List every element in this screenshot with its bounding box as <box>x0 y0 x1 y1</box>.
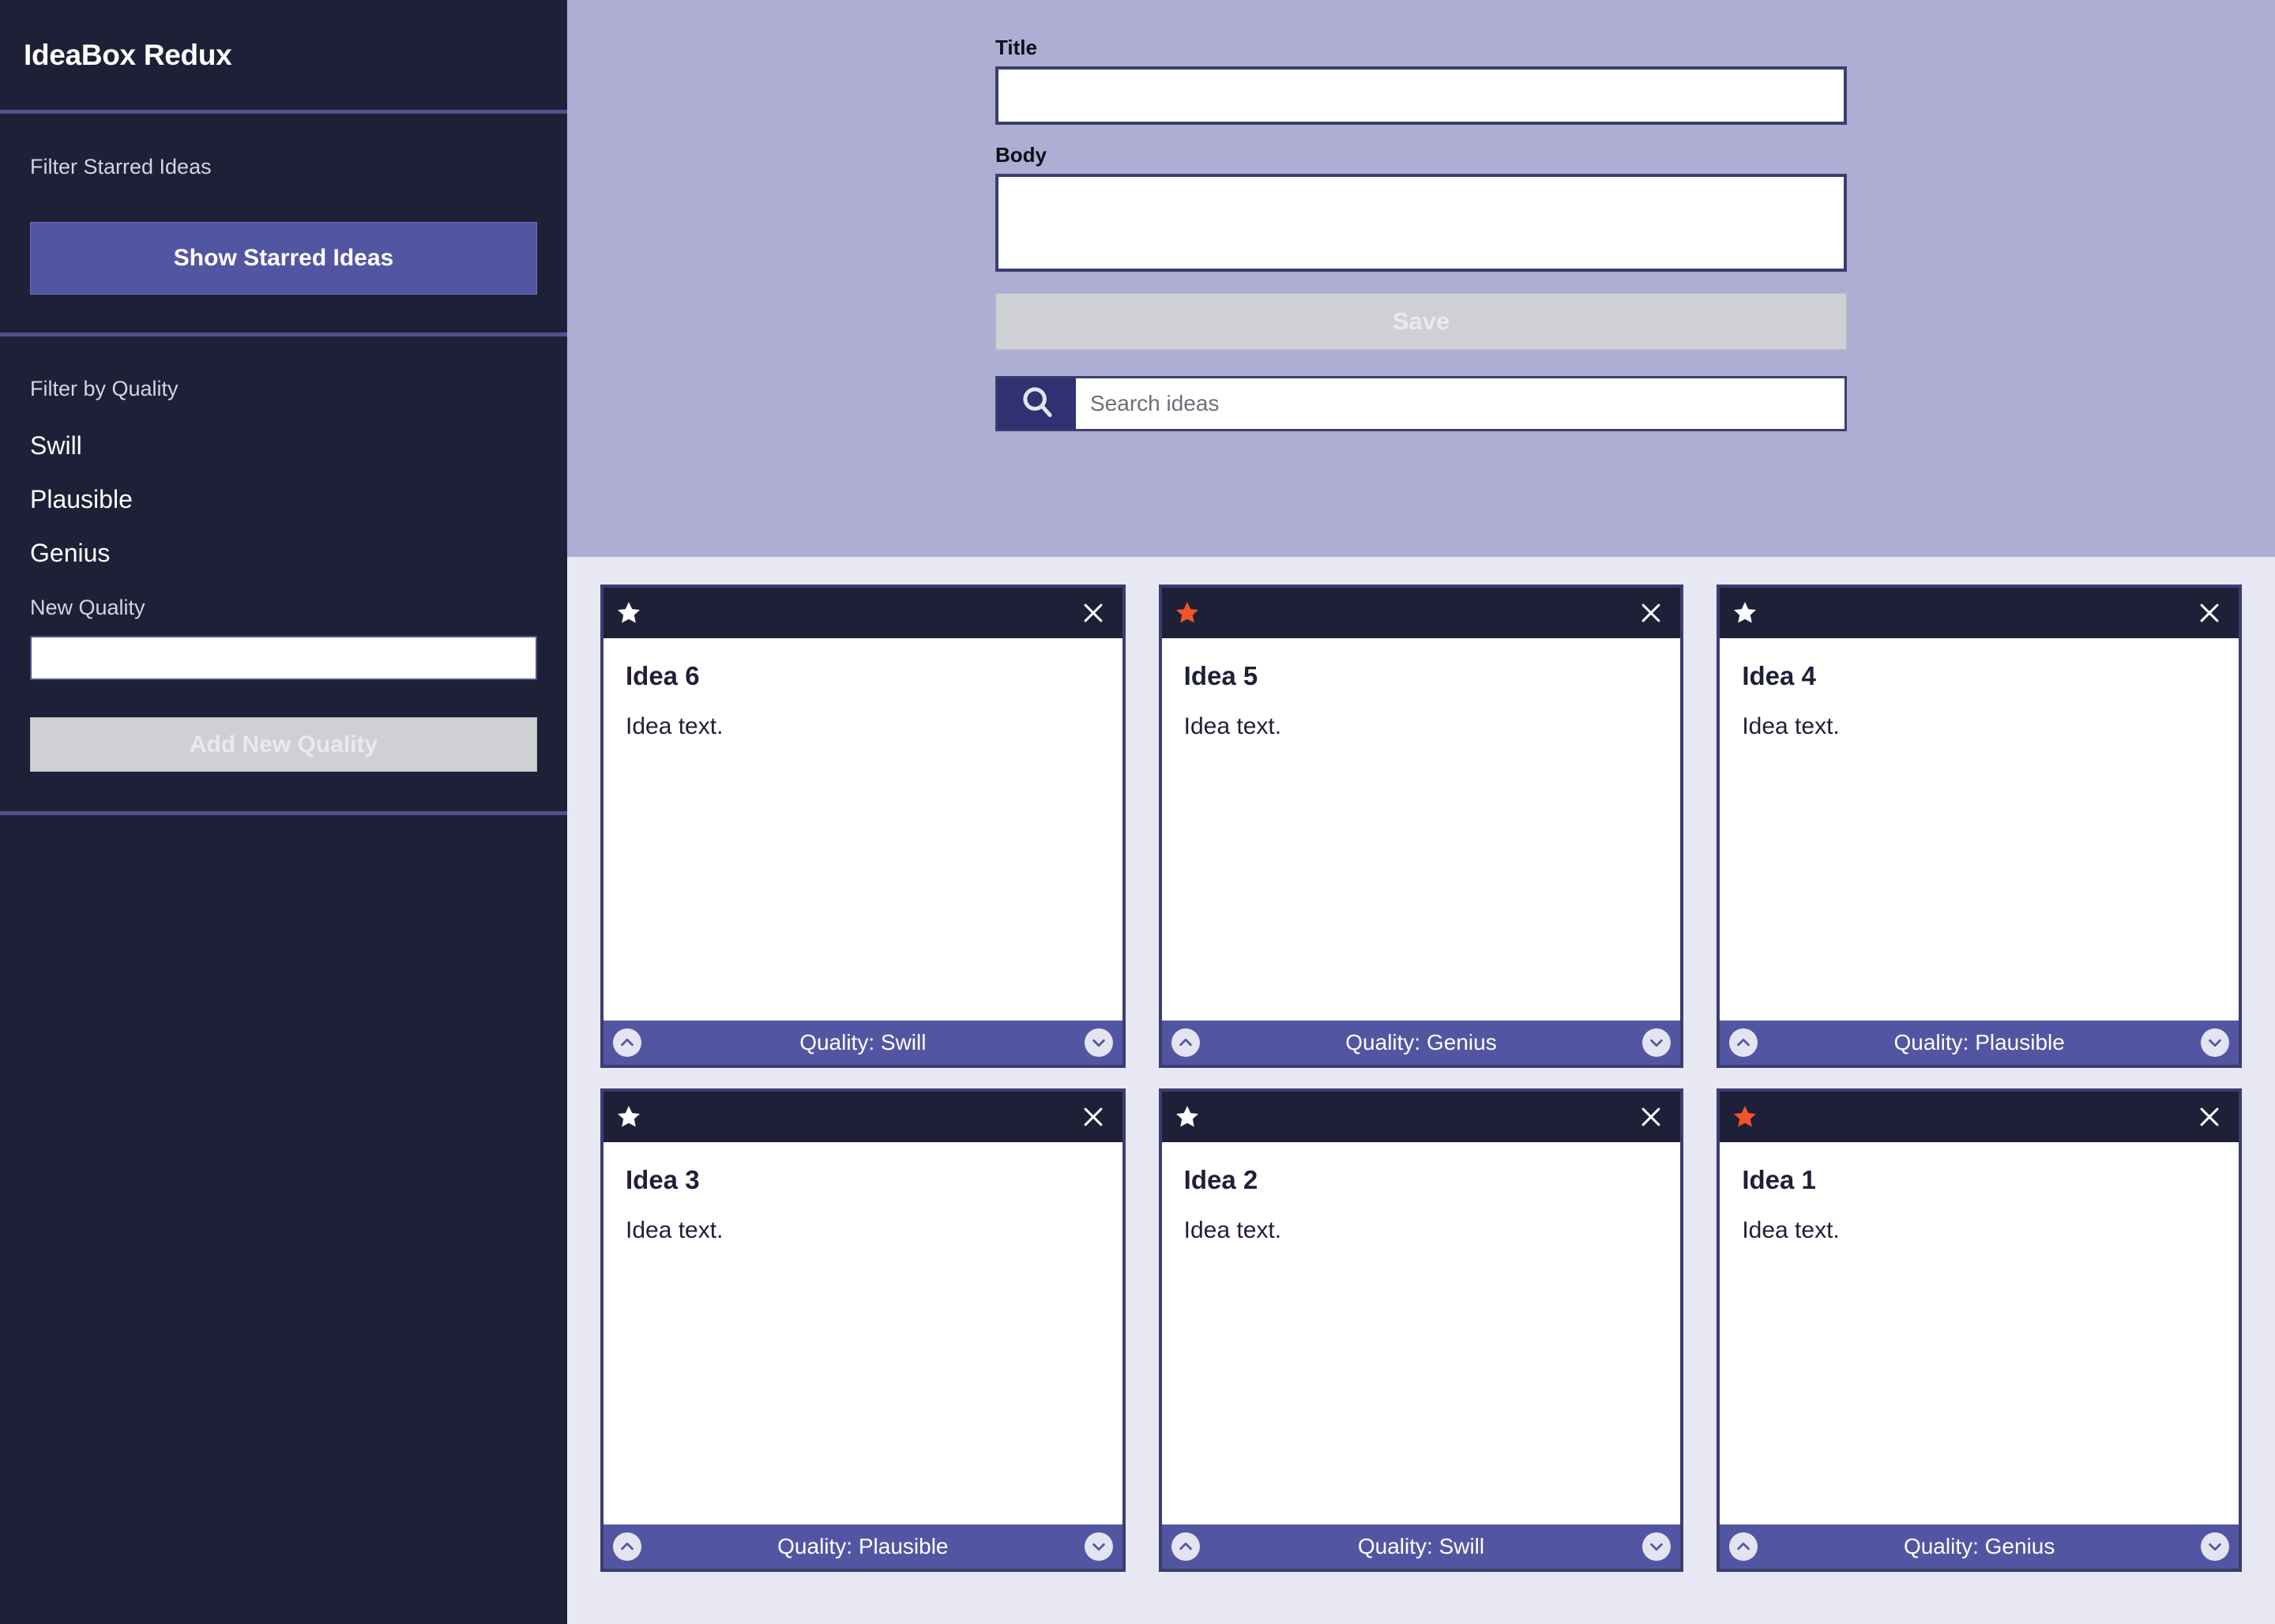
close-icon[interactable] <box>1080 1103 1107 1130</box>
chevron-up-icon[interactable] <box>613 1532 641 1561</box>
filter-starred-label: Filter Starred Ideas <box>30 155 212 179</box>
idea-card-quality: Quality: Genius <box>1903 1534 2055 1558</box>
idea-card-footer: Quality: Swill <box>604 1021 1122 1065</box>
idea-card: Idea 1 Idea text. Quality: Genius <box>1717 1088 2242 1572</box>
idea-card: Idea 3 Idea text. Quality: Plausible <box>600 1088 1126 1572</box>
main-content: Title Body Save Idea 6 Idea text. <box>567 0 2275 1624</box>
search-button[interactable] <box>998 378 1076 429</box>
idea-form: Title Body Save <box>995 37 1847 431</box>
idea-card: Idea 6 Idea text. Quality: Swill <box>600 585 1126 1068</box>
idea-card-body: Idea 6 Idea text. <box>604 638 1122 1021</box>
new-quality-label: New Quality <box>30 596 145 619</box>
idea-card-title: Idea 2 <box>1183 1165 1258 1194</box>
idea-card-footer: Quality: Genius <box>1720 1524 2239 1569</box>
title-input[interactable] <box>995 66 1847 125</box>
chevron-down-icon[interactable] <box>1084 1028 1113 1057</box>
close-icon[interactable] <box>2196 600 2223 626</box>
idea-card-quality: Quality: Genius <box>1345 1030 1497 1054</box>
chevron-up-icon[interactable] <box>1729 1532 1758 1561</box>
quality-filter-item-genius[interactable]: Genius <box>30 540 537 566</box>
chevron-down-icon[interactable] <box>2201 1532 2229 1561</box>
idea-card-quality: Quality: Swill <box>1357 1534 1485 1558</box>
app-title: IdeaBox Redux <box>24 38 232 71</box>
save-button[interactable]: Save <box>995 293 1847 350</box>
chevron-down-icon[interactable] <box>1642 1532 1671 1561</box>
idea-card-footer: Quality: Plausible <box>604 1524 1122 1569</box>
idea-card-text: Idea text. <box>626 713 724 739</box>
idea-card-header <box>1720 1092 2239 1142</box>
chevron-up-icon[interactable] <box>1171 1028 1200 1057</box>
idea-card-text: Idea text. <box>1183 1217 1282 1243</box>
star-icon[interactable] <box>1732 600 1758 626</box>
star-icon[interactable] <box>616 600 641 626</box>
search-icon <box>1019 384 1055 424</box>
quality-filter-list: Swill Plausible Genius <box>30 433 537 566</box>
app-brand: IdeaBox Redux <box>0 0 567 110</box>
idea-card-header <box>604 1092 1122 1142</box>
idea-card-title: Idea 5 <box>1183 661 1258 690</box>
body-label: Body <box>995 143 1047 167</box>
ideas-list: Idea 6 Idea text. Quality: Swill Idea 5 Idea… <box>567 557 2275 1624</box>
chevron-down-icon[interactable] <box>2201 1028 2229 1057</box>
idea-card-footer: Quality: Genius <box>1161 1021 1681 1065</box>
close-icon[interactable] <box>1080 600 1107 626</box>
idea-card-header <box>1161 1092 1681 1142</box>
chevron-up-icon[interactable] <box>1171 1532 1200 1561</box>
close-icon[interactable] <box>2196 1103 2223 1130</box>
idea-card-text: Idea text. <box>626 1217 724 1243</box>
idea-card: Idea 4 Idea text. Quality: Plausible <box>1717 585 2242 1068</box>
title-label: Title <box>995 36 1037 59</box>
add-new-quality-button[interactable]: Add New Quality <box>30 717 537 772</box>
chevron-up-icon[interactable] <box>613 1028 641 1057</box>
star-icon[interactable] <box>1732 1104 1758 1130</box>
idea-card-body: Idea 2 Idea text. <box>1162 1142 1681 1524</box>
idea-card-text: Idea text. <box>1742 713 1840 739</box>
idea-card-title: Idea 4 <box>1742 661 1816 690</box>
quality-filter-item-plausible[interactable]: Plausible <box>30 487 537 540</box>
close-icon[interactable] <box>1638 600 1664 626</box>
idea-card: Idea 5 Idea text. Quality: Genius <box>1158 585 1684 1068</box>
new-quality-input[interactable] <box>30 636 537 680</box>
idea-card-footer: Quality: Swill <box>1161 1524 1681 1569</box>
idea-card-text: Idea text. <box>1742 1217 1840 1243</box>
show-starred-ideas-button[interactable]: Show Starred Ideas <box>30 222 537 295</box>
idea-card-header <box>1720 588 2239 638</box>
idea-card-title: Idea 1 <box>1742 1165 1816 1194</box>
sidebar: IdeaBox Redux Filter Starred Ideas Show … <box>0 0 567 1624</box>
idea-card-text: Idea text. <box>1183 713 1282 739</box>
idea-form-panel: Title Body Save <box>567 0 2275 557</box>
filter-starred-section: Filter Starred Ideas Show Starred Ideas <box>0 114 567 333</box>
idea-card-body: Idea 5 Idea text. <box>1162 638 1681 1021</box>
idea-card-body: Idea 3 Idea text. <box>604 1142 1122 1524</box>
idea-card: Idea 2 Idea text. Quality: Swill <box>1158 1088 1684 1572</box>
quality-filter-item-swill[interactable]: Swill <box>30 433 537 487</box>
star-icon[interactable] <box>1175 600 1200 626</box>
idea-card-body: Idea 4 Idea text. <box>1720 638 2239 1021</box>
chevron-up-icon[interactable] <box>1729 1028 1758 1057</box>
filter-quality-label: Filter by Quality <box>30 377 179 400</box>
idea-card-title: Idea 6 <box>626 661 700 690</box>
idea-card-title: Idea 3 <box>626 1165 700 1194</box>
idea-card-quality: Quality: Swill <box>799 1030 927 1054</box>
filter-quality-section: Filter by Quality Swill Plausible Genius… <box>0 336 567 811</box>
idea-card-body: Idea 1 Idea text. <box>1720 1142 2239 1524</box>
search-input[interactable] <box>1076 378 1844 429</box>
idea-card-header <box>1161 588 1681 638</box>
search-bar <box>995 376 1847 431</box>
idea-card-footer: Quality: Plausible <box>1720 1021 2239 1065</box>
star-icon[interactable] <box>1175 1104 1200 1130</box>
star-icon[interactable] <box>616 1104 641 1130</box>
sidebar-filler <box>0 815 567 1624</box>
idea-card-quality: Quality: Plausible <box>1893 1030 2065 1054</box>
body-input[interactable] <box>995 174 1847 272</box>
ideas-grid: Idea 6 Idea text. Quality: Swill Idea 5 Idea… <box>600 585 2242 1572</box>
chevron-down-icon[interactable] <box>1642 1028 1671 1057</box>
close-icon[interactable] <box>1638 1103 1664 1130</box>
idea-card-header <box>604 588 1122 638</box>
chevron-down-icon[interactable] <box>1084 1532 1113 1561</box>
idea-card-quality: Quality: Plausible <box>777 1534 949 1558</box>
